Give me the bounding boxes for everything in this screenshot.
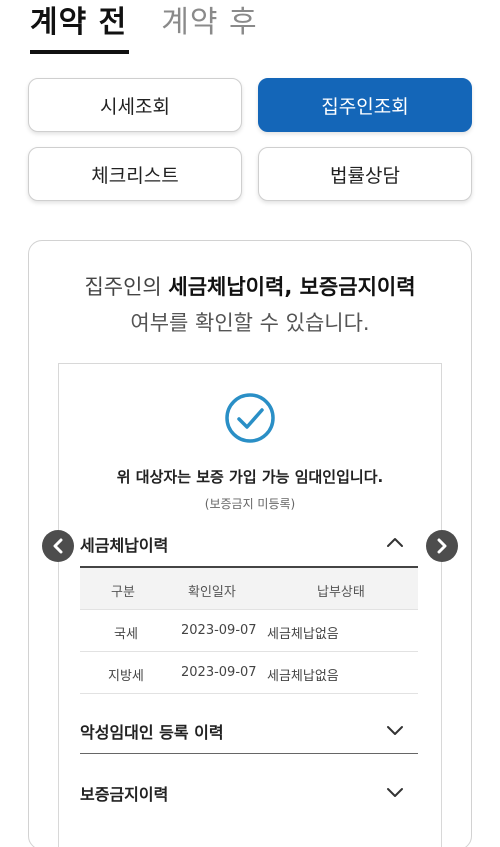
tax-arrears-title: 세금체납이력 [80, 536, 169, 555]
headline: 집주인의 세금체납이력, 보증금지이력 [0, 272, 500, 302]
malicious-landlord-title: 악성임대인 등록 이력 [80, 723, 224, 742]
row-type: 지방세 [108, 669, 144, 684]
contract-tabs: 계약 전 계약 후 [30, 0, 258, 56]
guarantee-ban-header[interactable]: 보증금지이력 [80, 781, 418, 805]
chevron-down-icon[interactable] [386, 724, 404, 736]
row-state: 세금체납없음 [267, 669, 339, 684]
headline-prefix: 집주인의 [84, 275, 169, 299]
landlord-lookup-button[interactable]: 집주인조회 [258, 78, 472, 132]
eligibility-status: 위 대상자는 보증 가입 가능 임대인입니다. [116, 468, 384, 486]
tab-before-contract[interactable]: 계약 전 [30, 0, 130, 56]
next-arrow-button[interactable] [426, 530, 458, 562]
row-state: 세금체납없음 [267, 627, 339, 642]
chevron-up-icon[interactable] [386, 536, 404, 548]
row-date: 2023-09-07 [181, 665, 257, 680]
prev-arrow-button[interactable] [42, 530, 74, 562]
table-row: 국세 2023-09-07 세금체납없음 [80, 610, 418, 652]
column-type: 구분 [111, 585, 135, 600]
row-type: 국세 [114, 627, 138, 642]
price-lookup-button[interactable]: 시세조회 [28, 78, 242, 132]
tax-arrears-header[interactable]: 세금체납이력 [80, 532, 418, 556]
chevron-right-icon [437, 538, 447, 554]
legal-consult-button[interactable]: 법률상담 [258, 147, 472, 201]
chevron-left-icon [53, 538, 63, 554]
headline-bold: 세금체납이력, 보증금지이력 [168, 275, 416, 299]
malicious-landlord-header[interactable]: 악성임대인 등록 이력 [80, 719, 418, 743]
row-date: 2023-09-07 [181, 623, 257, 638]
tab-after-contract[interactable]: 계약 후 [161, 0, 257, 56]
tax-table-header: 구분 확인일자 납부상태 [80, 568, 418, 610]
table-row: 지방세 2023-09-07 세금체납없음 [80, 652, 418, 694]
column-status: 납부상태 [317, 585, 365, 600]
check-circle-icon [225, 393, 275, 443]
column-date: 확인일자 [188, 585, 236, 600]
guarantee-ban-title: 보증금지이력 [80, 785, 169, 804]
headline-line2: 여부를 확인할 수 있습니다. [130, 311, 370, 335]
section-divider [80, 753, 418, 754]
checklist-button[interactable]: 체크리스트 [28, 147, 242, 201]
chevron-down-icon[interactable] [386, 786, 404, 798]
eligibility-note: (보증금지 미등록) [204, 497, 296, 511]
